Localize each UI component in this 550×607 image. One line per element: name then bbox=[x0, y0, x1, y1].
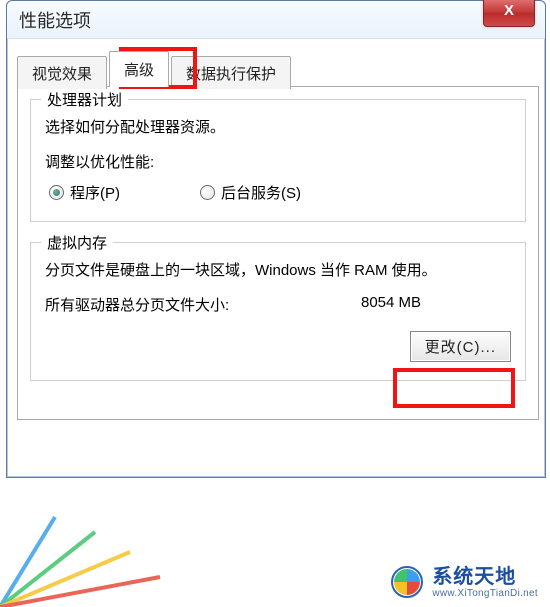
radio-programs-label: 程序(P) bbox=[70, 182, 120, 203]
watermark: 系统天地 www.XiTongTianDi.net bbox=[390, 565, 538, 599]
processor-radio-row: 程序(P) 后台服务(S) bbox=[45, 182, 511, 203]
watermark-icon bbox=[390, 565, 424, 599]
processor-group-title: 处理器计划 bbox=[41, 89, 128, 110]
window-title: 性能选项 bbox=[19, 7, 91, 33]
tab-visual-effects[interactable]: 视觉效果 bbox=[17, 56, 107, 89]
radio-programs[interactable]: 程序(P) bbox=[49, 182, 120, 203]
change-button[interactable]: 更改(C)... bbox=[410, 331, 511, 362]
watermark-cn: 系统天地 bbox=[432, 566, 538, 588]
tab-dep[interactable]: 数据执行保护 bbox=[171, 56, 291, 89]
processor-scheduling-group: 处理器计划 选择如何分配处理器资源。 调整以优化性能: 程序(P) 后台服务(S… bbox=[30, 99, 526, 222]
virtual-memory-group: 虚拟内存 分页文件是硬盘上的一块区域，Windows 当作 RAM 使用。 所有… bbox=[30, 242, 526, 381]
virtual-memory-desc: 分页文件是硬盘上的一块区域，Windows 当作 RAM 使用。 bbox=[45, 259, 511, 280]
client-area: 视觉效果 高级 数据执行保护 处理器计划 选择如何分配处理器资源。 调整以优化性… bbox=[17, 53, 539, 471]
paging-size-value: 8054 MB bbox=[361, 294, 511, 315]
performance-options-window: 性能选项 X 视觉效果 高级 数据执行保护 处理器计划 选择如何分配处理器资源。… bbox=[6, 0, 546, 478]
tab-strip: 视觉效果 高级 数据执行保护 bbox=[17, 53, 539, 87]
paging-size-row: 所有驱动器总分页文件大小: 8054 MB bbox=[45, 294, 511, 315]
radio-background-label: 后台服务(S) bbox=[221, 182, 301, 203]
tab-advanced[interactable]: 高级 bbox=[109, 51, 169, 87]
decorative-beams bbox=[0, 477, 180, 607]
processor-desc: 选择如何分配处理器资源。 bbox=[45, 116, 511, 137]
tab-panel-advanced: 处理器计划 选择如何分配处理器资源。 调整以优化性能: 程序(P) 后台服务(S… bbox=[17, 86, 539, 420]
watermark-en: www.XiTongTianDi.net bbox=[432, 588, 538, 599]
watermark-text: 系统天地 www.XiTongTianDi.net bbox=[432, 566, 538, 599]
radio-icon bbox=[49, 185, 64, 200]
radio-icon bbox=[200, 185, 215, 200]
radio-background-services[interactable]: 后台服务(S) bbox=[200, 182, 301, 203]
virtual-memory-button-row: 更改(C)... bbox=[45, 331, 511, 362]
paging-size-label: 所有驱动器总分页文件大小: bbox=[45, 294, 361, 315]
virtual-memory-group-title: 虚拟内存 bbox=[41, 232, 113, 253]
adjust-label: 调整以优化性能: bbox=[45, 151, 511, 172]
titlebar[interactable]: 性能选项 X bbox=[7, 1, 545, 39]
close-button[interactable]: X bbox=[483, 0, 535, 27]
